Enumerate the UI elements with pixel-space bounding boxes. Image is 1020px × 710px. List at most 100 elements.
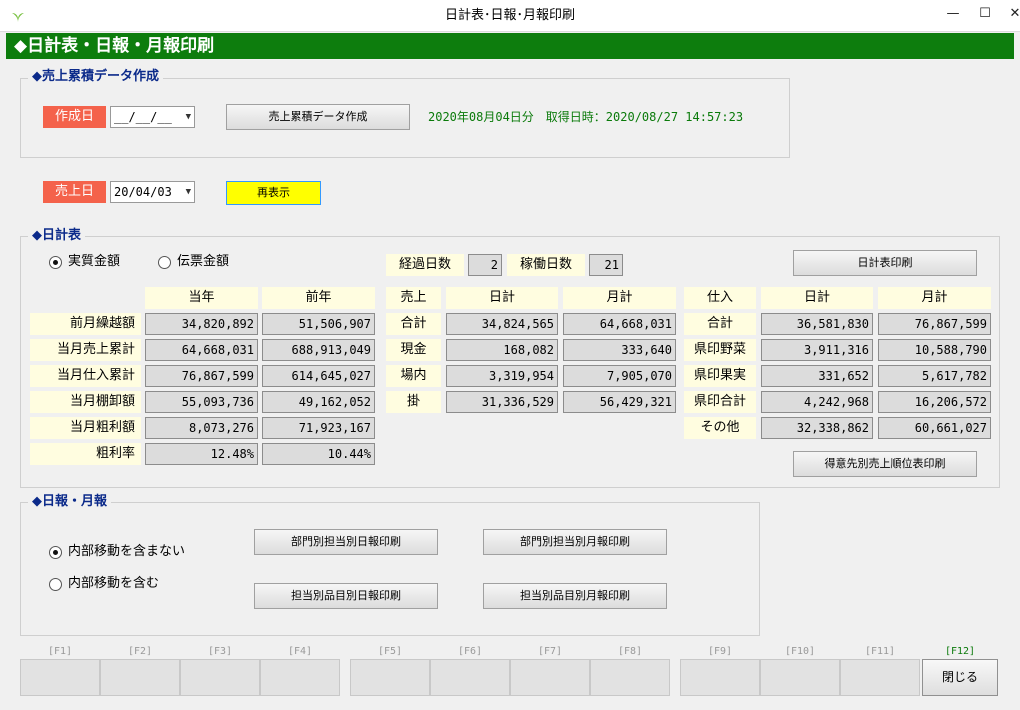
fkey-label: [F1] <box>47 646 73 657</box>
fkey-f10-button[interactable] <box>760 659 840 696</box>
right-row-label: 県印合計 <box>684 391 756 413</box>
radio-actual-amount[interactable] <box>49 256 62 269</box>
mid-row-month: 7,905,070 <box>563 365 676 387</box>
fkey-label: [F2] <box>127 646 153 657</box>
mid-row-label: 場内 <box>386 365 441 387</box>
radio-slip-amount-label: 伝票金額 <box>177 254 230 269</box>
mid-row-month: 64,668,031 <box>563 313 676 335</box>
right-row-month: 16,206,572 <box>878 391 991 413</box>
fkey-label: [F3] <box>207 646 233 657</box>
fkey-f2-button[interactable] <box>100 659 180 696</box>
elapsed-days-value: 2 <box>468 254 502 276</box>
left-row-current: 76,867,599 <box>145 365 258 387</box>
right-row-label: その他 <box>684 417 756 439</box>
print-daily-button[interactable]: 日計表印刷 <box>793 250 977 276</box>
mid-row-month: 333,640 <box>563 339 676 361</box>
working-days-label: 稼働日数 <box>507 254 585 276</box>
right-row-month: 10,588,790 <box>878 339 991 361</box>
elapsed-days-label: 経過日数 <box>386 254 464 276</box>
reports-group-title: ◆日報・月報 <box>28 494 111 510</box>
fkey-label: [F4] <box>287 646 313 657</box>
sales-date-combo[interactable]: 20/04/03 ▼ <box>110 181 195 203</box>
right-row-day: 4,242,968 <box>761 391 873 413</box>
fkey-f5-button[interactable] <box>350 659 430 696</box>
fkey-label: [F11] <box>864 646 896 657</box>
fkey-f6-button[interactable] <box>430 659 510 696</box>
print-customer-ranking-button[interactable]: 得意先別売上順位表印刷 <box>793 451 977 477</box>
mid-row-label: 合計 <box>386 313 441 335</box>
left-row-current: 64,668,031 <box>145 339 258 361</box>
print-item-daily-button[interactable]: 担当別品目別日報印刷 <box>254 583 438 609</box>
left-row-label: 粗利率 <box>30 443 141 465</box>
print-dept-daily-button[interactable]: 部門別担当別日報印刷 <box>254 529 438 555</box>
left-header-current: 当年 <box>145 287 258 309</box>
fkey-f7-button[interactable] <box>510 659 590 696</box>
right-row-label: 県印野菜 <box>684 339 756 361</box>
fkey-label: [F6] <box>457 646 483 657</box>
mid-row-label: 現金 <box>386 339 441 361</box>
left-row-label: 当月売上累計 <box>30 339 141 361</box>
print-dept-monthly-button[interactable]: 部門別担当別月報印刷 <box>483 529 667 555</box>
fkey-f8-button[interactable] <box>590 659 670 696</box>
create-date-label: 作成日 <box>43 106 106 128</box>
left-row-label: 前月繰越額 <box>30 313 141 335</box>
left-header-previous: 前年 <box>262 287 375 309</box>
create-sales-data-button[interactable]: 売上累積データ作成 <box>226 104 410 130</box>
right-row-month: 5,617,782 <box>878 365 991 387</box>
mid-row-day: 3,319,954 <box>446 365 558 387</box>
left-row-label: 当月粗利額 <box>30 417 141 439</box>
left-row-label: 当月仕入累計 <box>30 365 141 387</box>
right-header-day: 日計 <box>761 287 873 309</box>
left-row-previous: 49,162,052 <box>262 391 375 413</box>
mid-row-day: 168,082 <box>446 339 558 361</box>
sales-date-label: 売上日 <box>43 181 106 203</box>
sales-data-group-title: ◆売上累積データ作成 <box>28 69 163 85</box>
minimize-button[interactable]: — <box>938 0 968 30</box>
left-row-previous: 614,645,027 <box>262 365 375 387</box>
close-window-button[interactable]: ✕ <box>1000 0 1020 30</box>
window-title: 日計表･日報･月報印刷 <box>444 8 575 23</box>
left-row-current: 12.48% <box>145 443 258 465</box>
left-row-label: 当月棚卸額 <box>30 391 141 413</box>
create-date-combo[interactable]: __/__/__ ▼ <box>110 106 195 128</box>
fkey-f3-button[interactable] <box>180 659 260 696</box>
fkey-f9-button[interactable] <box>680 659 760 696</box>
create-date-value: __/__/__ <box>114 110 172 124</box>
mid-row-label: 掛 <box>386 391 441 413</box>
redisplay-button[interactable]: 再表示 <box>226 181 321 205</box>
right-row-day: 36,581,830 <box>761 313 873 335</box>
print-item-monthly-button[interactable]: 担当別品目別月報印刷 <box>483 583 667 609</box>
radio-exclude-internal[interactable] <box>49 546 62 559</box>
chevron-down-icon: ▼ <box>185 112 191 122</box>
mid-row-day: 31,336,529 <box>446 391 558 413</box>
left-row-previous: 71,923,167 <box>262 417 375 439</box>
chevron-down-icon: ▼ <box>185 187 191 197</box>
fkey-f4-button[interactable] <box>260 659 340 696</box>
mid-header-month: 月計 <box>563 287 676 309</box>
mid-row-month: 56,429,321 <box>563 391 676 413</box>
left-row-previous: 688,913,049 <box>262 339 375 361</box>
fkey-label: [F9] <box>707 646 733 657</box>
left-row-current: 34,820,892 <box>145 313 258 335</box>
fkey-label: [F7] <box>537 646 563 657</box>
acquisition-status-text: 2020年08月04日分 取得日時：2020/08/27 14:57:23 <box>428 110 744 124</box>
fkey-f1-button[interactable] <box>20 659 100 696</box>
maximize-button[interactable]: ☐ <box>970 0 1000 30</box>
right-row-day: 3,911,316 <box>761 339 873 361</box>
mid-header-day: 日計 <box>446 287 558 309</box>
right-row-day: 32,338,862 <box>761 417 873 439</box>
radio-exclude-internal-label: 内部移動を含まない <box>68 544 186 559</box>
close-button[interactable]: 閉じる <box>922 659 998 696</box>
radio-slip-amount[interactable] <box>158 256 171 269</box>
left-row-current: 55,093,736 <box>145 391 258 413</box>
sales-date-value: 20/04/03 <box>114 185 172 199</box>
right-row-month: 60,661,027 <box>878 417 991 439</box>
right-row-label: 県印果実 <box>684 365 756 387</box>
fkey-label: [F8] <box>617 646 643 657</box>
radio-include-internal-label: 内部移動を含む <box>68 576 160 591</box>
daily-group-title: ◆日計表 <box>28 228 85 244</box>
fkey-f11-button[interactable] <box>840 659 920 696</box>
right-row-label: 合計 <box>684 313 756 335</box>
radio-include-internal[interactable] <box>49 578 62 591</box>
radio-actual-amount-label: 実質金額 <box>68 254 121 269</box>
